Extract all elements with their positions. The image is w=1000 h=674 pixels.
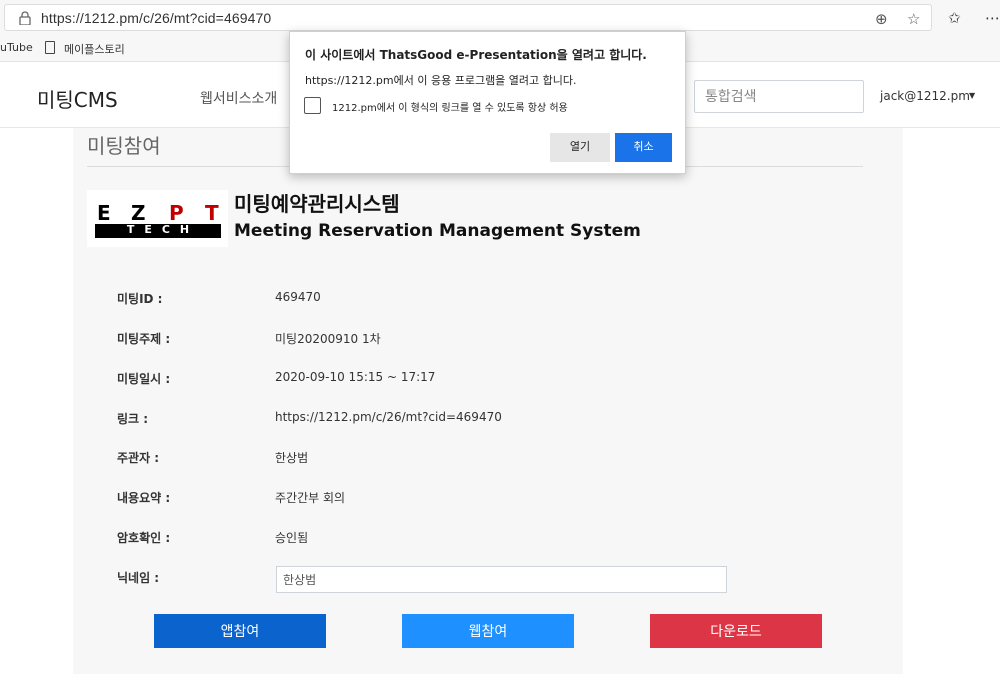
password-check-label: 암호확인 : (117, 531, 171, 545)
dialog-message: https://1212.pm에서 이 응용 프로그램을 열려고 합니다. (305, 74, 577, 87)
download-button[interactable]: 다운로드 (650, 614, 822, 648)
star-icon[interactable]: ☆ (907, 10, 920, 28)
meeting-id-value: 469470 (275, 290, 321, 304)
brand-logo[interactable]: 미팅CMS (37, 84, 118, 113)
nav-link-service-intro[interactable]: 웹서비스소개 (200, 88, 277, 108)
logo-letter: Z (131, 201, 146, 225)
meeting-topic-label: 미팅주제 : (117, 332, 171, 346)
more-icon[interactable]: ⋯ (985, 9, 1000, 27)
summary-value: 주간간부 회의 (275, 491, 346, 505)
host-value: 한상범 (275, 451, 309, 465)
meeting-id-label: 미팅ID : (117, 292, 163, 306)
url-text[interactable]: https://1212.pm/c/26/mt?cid=469470 (41, 10, 271, 26)
logo-letter: T (205, 201, 219, 225)
summary-label: 내용요약 : (117, 491, 171, 505)
caret-down-icon[interactable]: ▼ (969, 91, 975, 100)
web-join-button[interactable]: 웹참여 (402, 614, 574, 648)
meeting-datetime-label: 미팅일시 : (117, 372, 171, 386)
app-join-button[interactable]: 앱참여 (154, 614, 326, 648)
logo-letter: P (169, 201, 184, 225)
favorites-icon[interactable]: ✩ (948, 9, 961, 27)
meeting-topic-value: 미팅20200910 1차 (275, 332, 381, 346)
nickname-label: 닉네임 : (117, 571, 160, 585)
zoom-icon[interactable]: ⊕ (875, 10, 888, 28)
cancel-button[interactable]: 취소 (615, 133, 672, 162)
open-app-dialog: 이 사이트에서 ThatsGood e-Presentation을 열려고 합니… (289, 31, 686, 174)
meeting-datetime-value: 2020-09-10 15:15 ~ 17:17 (275, 370, 436, 384)
ezpt-logo: E Z P T TECH (87, 190, 228, 247)
system-name-en: Meeting Reservation Management System (234, 221, 641, 241)
meeting-join-panel: 미팅참여 E Z P T TECH 미팅예약관리시스템 Meeting Rese… (73, 128, 903, 674)
bookmark-maplestory[interactable]: 메이플스토리 (64, 41, 125, 57)
host-label: 주관자 : (117, 451, 160, 465)
lock-icon (19, 11, 31, 25)
meeting-link-value: https://1212.pm/c/26/mt?cid=469470 (275, 410, 502, 424)
logo-letter: E (97, 201, 111, 225)
dialog-title: 이 사이트에서 ThatsGood e-Presentation을 열려고 합니… (305, 48, 647, 62)
always-allow-checkbox[interactable] (304, 97, 321, 114)
system-name-kr: 미팅예약관리시스템 (234, 192, 400, 216)
bookmark-youtube[interactable]: uTube (0, 41, 33, 54)
open-button[interactable]: 열기 (550, 133, 610, 162)
nickname-field[interactable] (276, 566, 727, 593)
document-icon (45, 41, 55, 54)
search-input[interactable] (694, 80, 864, 113)
meeting-link-label: 링크 : (117, 412, 149, 426)
page-title: 미팅참여 (87, 134, 161, 158)
logo-tech-text: TECH (126, 223, 200, 236)
address-bar[interactable]: https://1212.pm/c/26/mt?cid=469470 ⊕ ☆ (4, 4, 932, 31)
user-menu[interactable]: jack@1212.pm (880, 89, 970, 103)
password-check-value: 승인됨 (275, 531, 309, 545)
always-allow-label[interactable]: 1212.pm에서 이 형식의 링크를 열 수 있도록 항상 허용 (332, 99, 568, 114)
